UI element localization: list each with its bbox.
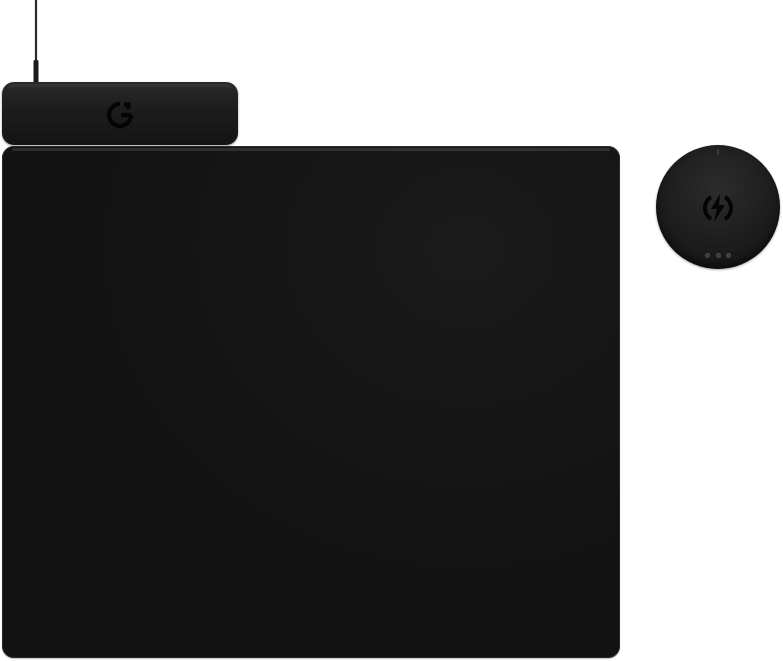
charging-puck xyxy=(656,145,780,269)
led-dot xyxy=(726,253,731,258)
product-scene xyxy=(0,0,783,661)
charging-bolt-icon xyxy=(703,194,733,222)
led-dot xyxy=(715,253,721,258)
mousepad-surface xyxy=(2,146,620,658)
puck-led-indicators xyxy=(705,253,731,259)
usb-cable xyxy=(33,0,39,84)
powercore-base-unit xyxy=(2,82,238,145)
puck-notch xyxy=(717,149,719,155)
logitech-g-icon xyxy=(106,101,134,129)
led-dot xyxy=(705,253,710,258)
base-unit-top-edge xyxy=(8,84,232,90)
mousepad xyxy=(2,146,620,658)
